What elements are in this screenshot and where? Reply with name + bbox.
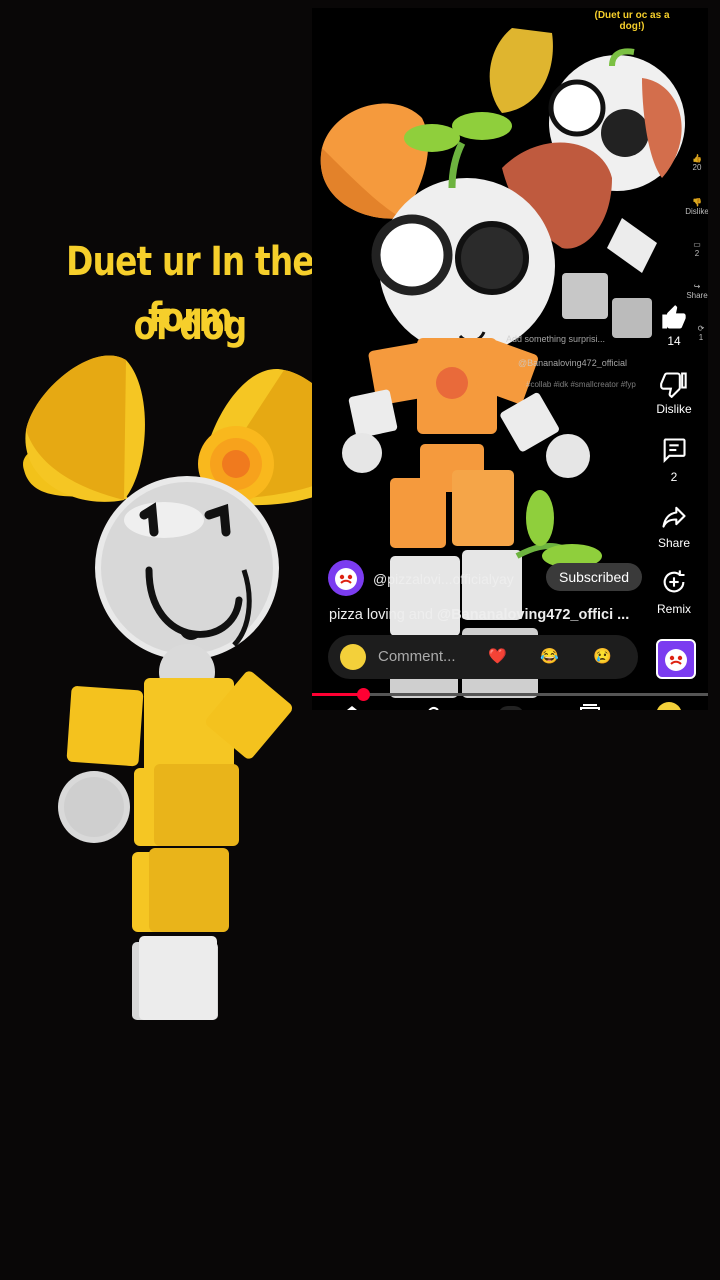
- description-mention[interactable]: @Bananaloving472_offici ...: [437, 607, 629, 623]
- dislike-label: Dislike: [656, 402, 692, 416]
- sound-thumbnail[interactable]: [656, 639, 696, 679]
- remix-button[interactable]: Remix: [644, 568, 704, 616]
- like-button[interactable]: 14: [644, 304, 704, 348]
- comment-icon: [663, 438, 686, 464]
- embedded-dislike: 👎 Dislike: [684, 198, 708, 216]
- embedded-tags: #collab #idk #smallcreator #fyp: [526, 380, 636, 389]
- emoji-heart[interactable]: ❤️: [488, 647, 507, 665]
- comment-count: 2: [670, 470, 678, 484]
- embedded-share-label: Share: [686, 291, 708, 300]
- thumbs-down-icon: 👎: [692, 198, 702, 207]
- embedded-handle: @Bananaloving472_official: [518, 358, 628, 368]
- embedded-share: ↪ Share: [684, 282, 708, 300]
- comment-input[interactable]: Comment...: [378, 648, 456, 665]
- duet-title-line2: of dog: [133, 303, 248, 349]
- video-description[interactable]: pizza loving and @Bananaloving472_offici…: [329, 607, 649, 623]
- subscriptions-icon[interactable]: [578, 702, 602, 710]
- like-count: 14: [667, 334, 681, 348]
- share-icon: ↪: [693, 282, 701, 291]
- dislike-button[interactable]: Dislike: [644, 370, 704, 416]
- user-avatar: [340, 644, 366, 670]
- sound-icon: [665, 649, 687, 671]
- avatar: [328, 560, 364, 596]
- thumbs-up-icon: 👍: [692, 154, 702, 163]
- remix-icon: [663, 570, 685, 593]
- embedded-caption: (Duet ur oc as a dog!): [594, 10, 670, 32]
- share-icon: [662, 506, 686, 528]
- subscribed-button[interactable]: Subscribed: [546, 563, 643, 591]
- embedded-suggestion: Add something surprisi...: [506, 334, 606, 344]
- duet-video-panel[interactable]: (Duet ur oc as a dog!) 👍 20 👎 Dislike ▭ …: [312, 8, 708, 710]
- embedded-comments: ▭ 2: [684, 240, 708, 258]
- embedded-dislike-label: Dislike: [685, 207, 708, 216]
- share-label: Share: [657, 536, 691, 550]
- progress-track[interactable]: [312, 693, 708, 696]
- thumbs-up-icon: [662, 305, 686, 329]
- emoji-sad[interactable]: 😢: [593, 647, 612, 665]
- remix-label: Remix: [656, 602, 691, 616]
- emoji-laugh[interactable]: 😂: [540, 647, 559, 665]
- shorts-icon[interactable]: [420, 702, 444, 710]
- share-button[interactable]: Share: [644, 502, 704, 550]
- channel-avatar[interactable]: [328, 560, 364, 596]
- embedded-like: 👍 20: [684, 154, 708, 172]
- thumbs-down-icon: [660, 372, 687, 398]
- embedded-like-count: 20: [692, 163, 702, 172]
- channel-handle[interactable]: @pizzalovi...officialyay: [373, 571, 543, 587]
- embedded-comment-count: 2: [694, 249, 700, 258]
- description-text: pizza loving and: [329, 607, 438, 623]
- home-icon[interactable]: [340, 702, 364, 710]
- comments-button[interactable]: 2: [644, 436, 704, 484]
- comment-icon: ▭: [693, 240, 701, 249]
- progress-fill: [312, 693, 364, 696]
- comment-bar[interactable]: Comment... ❤️ 😂 😢: [328, 635, 638, 679]
